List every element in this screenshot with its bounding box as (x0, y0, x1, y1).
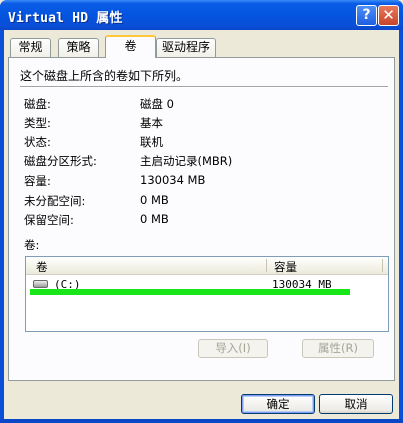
disk-label: 磁盘: (24, 97, 51, 111)
partition-style-label: 磁盘分区形式: (24, 154, 97, 168)
volumes-list-label: 卷: (24, 238, 40, 252)
ok-button[interactable]: 确定 (241, 394, 315, 414)
volumes-list[interactable]: 卷 容量 (C:) 130034 MB (25, 256, 389, 332)
type-label: 类型: (24, 116, 51, 130)
disk-value: 磁盘 0 (140, 97, 174, 111)
status-label: 状态: (24, 135, 51, 149)
volumes-description: 这个磁盘上所含的卷如下所列。 (20, 69, 189, 83)
highlight-bar (30, 289, 350, 295)
column-divider[interactable] (382, 259, 383, 272)
tab-driver[interactable]: 驱动程序 (156, 38, 216, 57)
reserved-label: 保留空间: (24, 213, 74, 227)
window-title: Virtual HD 属性 (8, 11, 123, 26)
tab-volumes[interactable]: 卷 (105, 35, 156, 58)
capacity-value: 130034 MB (140, 173, 206, 187)
window-frame-bottom (0, 419, 403, 423)
drive-icon (33, 280, 48, 288)
type-value: 基本 (140, 116, 163, 130)
tab-general[interactable]: 常规 (10, 38, 51, 57)
status-value: 联机 (140, 135, 163, 149)
column-divider[interactable] (266, 259, 267, 272)
title-bar[interactable]: Virtual HD 属性 ? ✕ (0, 0, 403, 30)
cancel-button[interactable]: 取消 (319, 394, 393, 414)
properties-window: Virtual HD 属性 ? ✕ 常规 策略 卷 驱动程序 这个磁盘上所含的卷… (0, 0, 403, 423)
column-header-capacity[interactable]: 容量 (274, 259, 297, 275)
dialog-client-area: 常规 策略 卷 驱动程序 这个磁盘上所含的卷如下所列。 磁盘: 磁盘 0 类型:… (4, 30, 399, 419)
column-header-volume[interactable]: 卷 (36, 259, 48, 275)
import-button[interactable]: 导入(I) (198, 339, 268, 358)
unallocated-value: 0 MB (140, 193, 169, 207)
reserved-value: 0 MB (140, 212, 169, 226)
properties-button[interactable]: 属性(R) (302, 339, 374, 358)
list-header: 卷 容量 (26, 257, 388, 275)
separator (20, 86, 388, 88)
close-button[interactable]: ✕ (378, 5, 399, 26)
partition-style-value: 主启动记录(MBR) (140, 154, 233, 168)
capacity-label: 容量: (24, 174, 51, 188)
help-button[interactable]: ? (356, 5, 377, 26)
tab-policies[interactable]: 策略 (58, 38, 99, 57)
unallocated-label: 未分配空间: (24, 194, 86, 208)
